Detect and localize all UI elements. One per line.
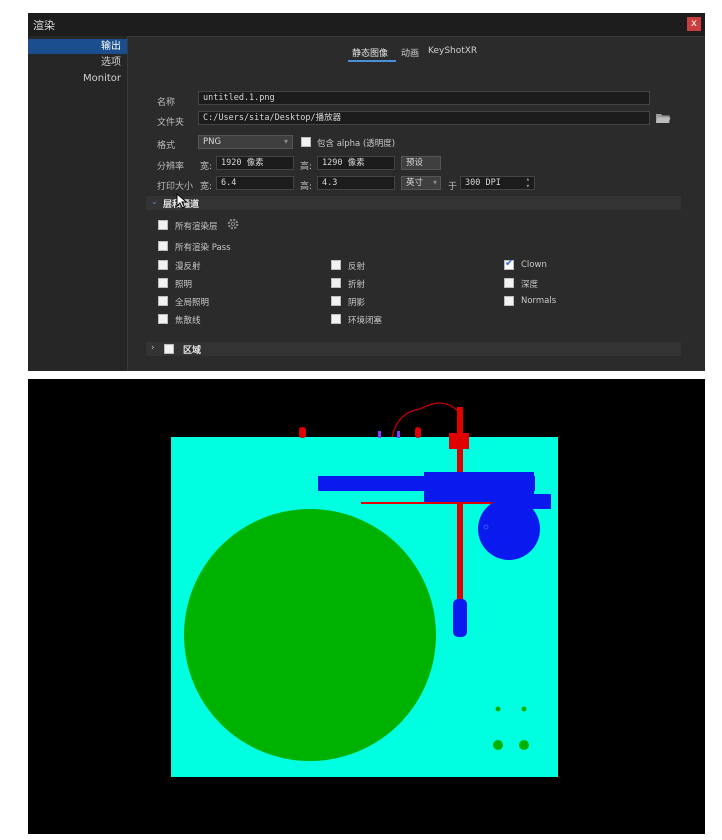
folder-icon[interactable] — [655, 112, 671, 124]
chevron-down-icon: ⌄ — [151, 197, 158, 206]
print-size-label: 打印大小 — [157, 182, 194, 192]
dropdown-arrow-icon: ▾ — [432, 178, 437, 187]
tab-keyshotxr[interactable]: KeyShotXR — [428, 46, 477, 56]
folder-field[interactable]: C:/Users/sita/Desktop/播放器 — [198, 111, 650, 125]
layers-section-header[interactable]: ⌄ 层和通道 — [146, 196, 681, 210]
pass-caustics-label: 焦散线 — [175, 316, 201, 326]
pass-shadow-label: 阴影 — [348, 298, 366, 308]
pass-refraction-label: 折射 — [348, 280, 366, 290]
all-layers-label: 所有渲染层 — [175, 222, 218, 232]
region-section-title: 区域 — [183, 346, 202, 356]
pass-shadow-checkbox[interactable] — [331, 296, 341, 306]
pass-ao-checkbox[interactable] — [331, 314, 341, 324]
cursor-icon — [176, 193, 188, 209]
folder-label: 文件夹 — [157, 118, 185, 128]
pass-lighting-label: 照明 — [175, 280, 193, 290]
sidebar-item-monitor[interactable]: Monitor — [28, 71, 127, 86]
format-value: PNG — [203, 137, 222, 147]
pass-clown-label: Clown — [521, 260, 547, 270]
pass-reflection-label: 反射 — [348, 262, 366, 272]
pass-gi-checkbox[interactable] — [158, 296, 168, 306]
sidebar-item-options[interactable]: 选项 — [28, 55, 127, 70]
all-layers-checkbox[interactable] — [158, 220, 168, 230]
pass-diffuse-label: 漫反射 — [175, 262, 201, 272]
pass-depth-checkbox[interactable] — [504, 278, 514, 288]
output-panel: 静态图像 动画 KeyShotXR 名称 untitled.1.png 文件夹 … — [128, 36, 705, 371]
print-height-label: 高: — [300, 182, 313, 192]
tab-still-image[interactable]: 静态图像 — [352, 46, 388, 59]
region-section-header[interactable]: › 区域 — [146, 342, 681, 356]
region-checkbox[interactable] — [164, 344, 174, 354]
pass-gi-label: 全局照明 — [175, 298, 210, 308]
height-label: 高: — [300, 162, 313, 172]
pass-refraction-checkbox[interactable] — [331, 278, 341, 288]
pass-depth-label: 深度 — [521, 280, 539, 290]
clown-render-image — [28, 379, 705, 834]
alpha-label: 包含 alpha (透明度) — [317, 139, 396, 149]
at-label: 于 — [448, 182, 458, 192]
dropdown-arrow-icon: ▾ — [283, 137, 288, 146]
close-icon: x — [691, 18, 697, 29]
unit-value: 英寸 — [406, 178, 424, 188]
alpha-checkbox[interactable] — [301, 137, 311, 147]
pass-caustics-checkbox[interactable] — [158, 314, 168, 324]
close-button[interactable]: x — [687, 17, 701, 31]
sidebar: 输出 选项 Monitor — [28, 36, 128, 371]
pass-clown-checkbox[interactable] — [504, 258, 514, 270]
render-dialog: 渲染 x 输出 选项 Monitor 静态图像 动画 KeyShotXR 名称 … — [28, 13, 705, 371]
pass-ao-label: 环境闭塞 — [348, 316, 383, 326]
preset-button[interactable]: 预设 — [401, 156, 441, 170]
print-height-field[interactable]: 4.3 — [317, 176, 395, 190]
spinner-icon[interactable]: ▴ ▾ — [526, 177, 530, 189]
all-pass-checkbox[interactable] — [158, 241, 168, 251]
resolution-label: 分辨率 — [157, 162, 185, 172]
all-pass-label: 所有渲染 Pass — [175, 243, 231, 253]
unit-select[interactable]: 英寸 ▾ — [401, 176, 441, 190]
format-select[interactable]: PNG ▾ — [198, 135, 293, 149]
dpi-value: 300 DPI — [465, 178, 501, 188]
dpi-field[interactable]: 300 DPI ▴ ▾ — [460, 176, 535, 190]
format-label: 格式 — [157, 141, 176, 151]
print-width-field[interactable]: 6.4 — [216, 176, 294, 190]
height-field[interactable]: 1290 像素 — [317, 156, 395, 170]
render-viewport — [28, 379, 705, 834]
window-title: 渲染 — [33, 19, 55, 32]
name-field[interactable]: untitled.1.png — [198, 91, 650, 105]
pass-lighting-checkbox[interactable] — [158, 278, 168, 288]
width-label: 宽: — [200, 162, 213, 172]
gear-icon[interactable] — [226, 217, 240, 231]
active-tab-indicator — [348, 60, 396, 62]
pass-normals-checkbox[interactable] — [504, 296, 514, 306]
tab-animation[interactable]: 动画 — [401, 46, 419, 59]
pass-normals-label: Normals — [521, 296, 557, 306]
title-bar: 渲染 x — [28, 13, 705, 37]
width-field[interactable]: 1920 像素 — [216, 156, 294, 170]
sidebar-item-output[interactable]: 输出 — [28, 39, 127, 54]
preset-label: 预设 — [406, 158, 424, 168]
print-width-label: 宽: — [200, 182, 213, 192]
chevron-right-icon: › — [151, 343, 155, 353]
pass-diffuse-checkbox[interactable] — [158, 260, 168, 270]
name-label: 名称 — [157, 98, 176, 108]
pass-reflection-checkbox[interactable] — [331, 260, 341, 270]
